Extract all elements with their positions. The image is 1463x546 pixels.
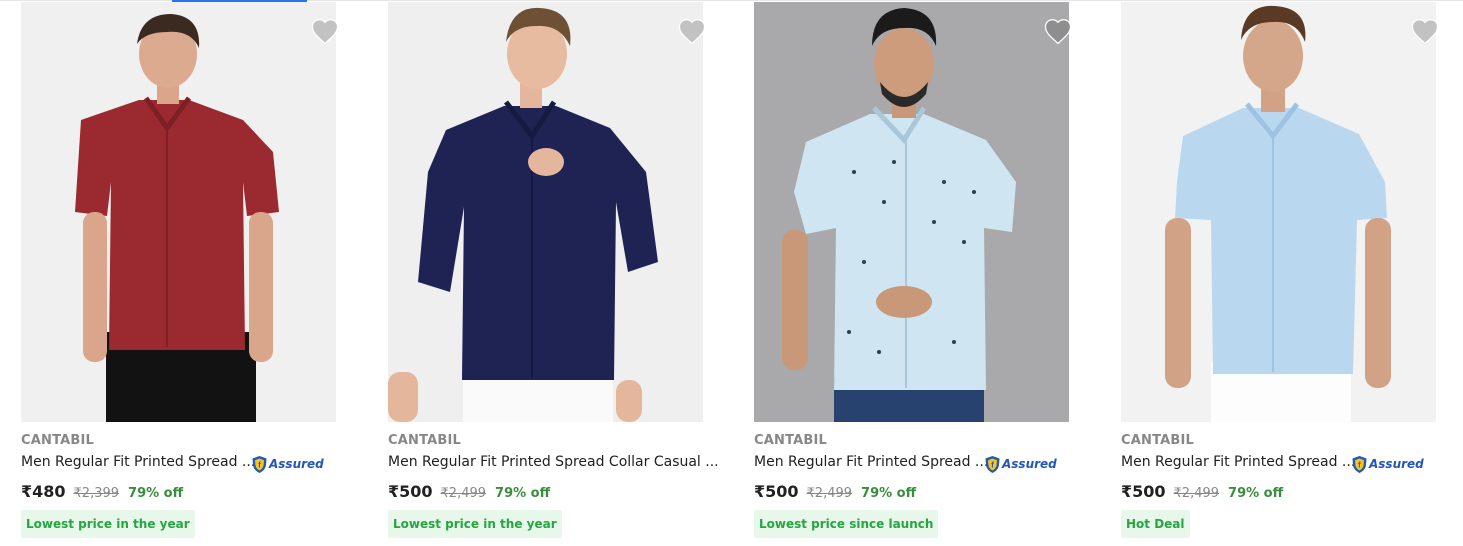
wishlist-button[interactable] <box>310 17 340 45</box>
assured-badge: f Assured <box>1351 454 1424 474</box>
price-row: ₹500 ₹2,499 79% off <box>1121 482 1283 501</box>
original-price: ₹2,499 <box>806 486 853 501</box>
selling-price: ₹480 <box>21 482 66 501</box>
deal-tag: Hot Deal <box>1121 510 1190 538</box>
product-card[interactable]: CANTABIL Men Regular Fit Printed Spread … <box>1121 0 1461 546</box>
svg-text:f: f <box>1358 460 1361 469</box>
assured-label: Assured <box>269 457 324 471</box>
selling-price: ₹500 <box>754 482 799 501</box>
product-image[interactable] <box>1121 2 1436 422</box>
assured-badge: f Assured <box>251 454 324 474</box>
assured-label: Assured <box>1369 457 1424 471</box>
wishlist-button[interactable] <box>1410 17 1440 45</box>
discount-percent: 79% off <box>861 486 917 501</box>
deal-tag: Lowest price in the year <box>21 510 195 538</box>
deal-tag: Lowest price in the year <box>388 510 562 538</box>
product-image[interactable] <box>754 2 1069 422</box>
selling-price: ₹500 <box>1121 482 1166 501</box>
heart-icon <box>1044 19 1072 45</box>
price-row: ₹500 ₹2,499 79% off <box>388 482 550 501</box>
product-title[interactable]: Men Regular Fit Printed Spread Collar Ca… <box>388 454 719 470</box>
product-card[interactable]: CANTABIL Men Regular Fit Printed Spread … <box>21 0 361 546</box>
heart-icon <box>311 19 339 45</box>
product-grid: CANTABIL Men Regular Fit Printed Spread … <box>0 0 1463 546</box>
original-price: ₹2,399 <box>73 486 120 501</box>
discount-percent: 79% off <box>495 486 551 501</box>
svg-text:f: f <box>991 460 994 469</box>
price-row: ₹480 ₹2,399 79% off <box>21 482 183 501</box>
product-title[interactable]: Men Regular Fit Printed Spread ... <box>21 454 255 470</box>
original-price: ₹2,499 <box>1173 486 1220 501</box>
original-price: ₹2,499 <box>440 486 487 501</box>
product-title[interactable]: Men Regular Fit Printed Spread ... <box>754 454 988 470</box>
price-row: ₹500 ₹2,499 79% off <box>754 482 916 501</box>
assured-shield-icon: f <box>252 455 267 473</box>
product-brand: CANTABIL <box>754 433 828 448</box>
wishlist-button[interactable] <box>677 17 707 45</box>
discount-percent: 79% off <box>128 486 184 501</box>
product-image[interactable] <box>388 2 703 422</box>
product-brand: CANTABIL <box>21 433 95 448</box>
discount-percent: 79% off <box>1228 486 1284 501</box>
heart-icon <box>678 19 706 45</box>
product-title[interactable]: Men Regular Fit Printed Spread ... <box>1121 454 1355 470</box>
product-image[interactable] <box>21 2 336 422</box>
product-card[interactable]: CANTABIL Men Regular Fit Printed Spread … <box>388 0 728 546</box>
assured-label: Assured <box>1002 457 1057 471</box>
selling-price: ₹500 <box>388 482 433 501</box>
svg-text:f: f <box>258 460 261 469</box>
heart-icon <box>1411 19 1439 45</box>
assured-shield-icon: f <box>985 455 1000 473</box>
assured-badge: f Assured <box>984 454 1057 474</box>
deal-tag: Lowest price since launch <box>754 510 939 538</box>
product-brand: CANTABIL <box>388 433 462 448</box>
product-card[interactable]: CANTABIL Men Regular Fit Printed Spread … <box>754 0 1094 546</box>
product-brand: CANTABIL <box>1121 433 1195 448</box>
wishlist-button[interactable] <box>1043 17 1073 45</box>
assured-shield-icon: f <box>1352 455 1367 473</box>
